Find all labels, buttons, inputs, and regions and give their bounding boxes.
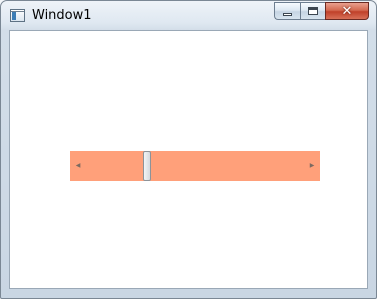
scrollbar-thumb[interactable] bbox=[143, 151, 151, 181]
minimize-icon bbox=[283, 12, 292, 16]
maximize-icon bbox=[308, 7, 318, 15]
title-bar[interactable]: Window1 ✕ bbox=[1, 1, 376, 30]
caption-buttons: ✕ bbox=[274, 2, 369, 21]
close-button[interactable]: ✕ bbox=[325, 2, 369, 20]
window-title: Window1 bbox=[32, 8, 92, 23]
application-window: Window1 ✕ ◀ ▶ bbox=[0, 0, 377, 299]
app-window-icon[interactable] bbox=[10, 9, 25, 22]
window-content-area: ◀ ▶ bbox=[9, 30, 368, 289]
close-icon: ✕ bbox=[341, 3, 353, 19]
scroll-left-arrow-icon[interactable]: ◀ bbox=[70, 151, 86, 181]
horizontal-scrollbar[interactable]: ◀ ▶ bbox=[70, 151, 320, 181]
scroll-right-arrow-icon[interactable]: ▶ bbox=[304, 151, 320, 181]
minimize-button[interactable] bbox=[274, 2, 300, 20]
maximize-button[interactable] bbox=[300, 2, 325, 20]
